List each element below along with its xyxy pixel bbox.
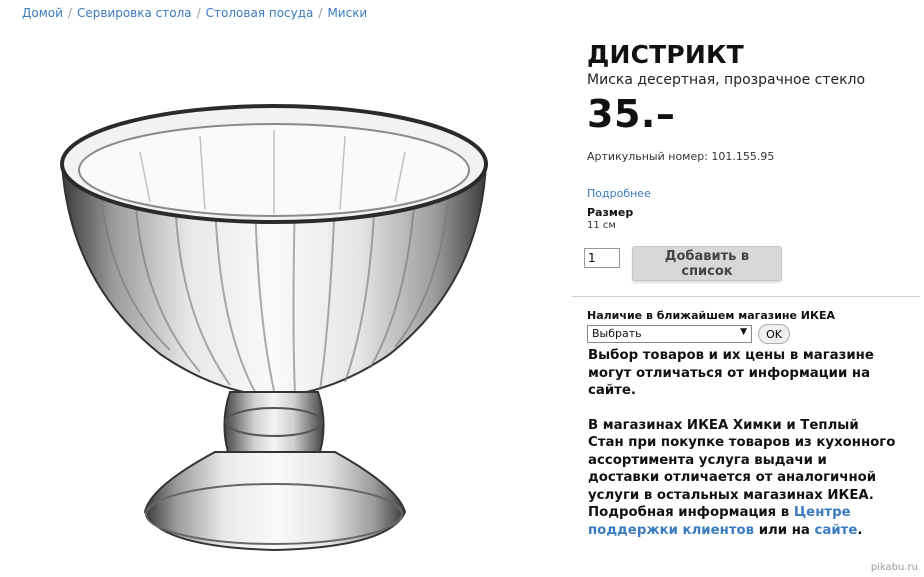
divider	[572, 296, 920, 297]
watermark: pikabu.ru	[870, 562, 918, 573]
article-number: Артикульный номер: 101.155.95	[587, 150, 775, 163]
store-info-text: Выбор товаров и их цены в магазине могут…	[588, 347, 898, 539]
product-title: ДИСТРИКТ	[587, 40, 744, 69]
more-info-link[interactable]: Подробнее	[587, 187, 651, 200]
info-middle-text: или на	[754, 522, 815, 538]
breadcrumb-table-setting[interactable]: Сервировка стола	[77, 6, 192, 20]
ok-button[interactable]: OK	[758, 324, 790, 344]
breadcrumb-home[interactable]: Домой	[22, 6, 63, 20]
breadcrumb-tableware[interactable]: Столовая посуда	[206, 6, 314, 20]
info-paragraph-2: В магазинах ИКЕА Химки и Теплый Стан при…	[588, 417, 898, 540]
info-suffix: .	[857, 522, 863, 538]
product-price: 35.–	[587, 92, 676, 136]
dropdown-arrow-icon: ▼	[740, 327, 747, 337]
availability-label: Наличие в ближайшем магазине ИКЕА	[587, 309, 836, 322]
store-select[interactable]: Выбрать ▼	[587, 325, 752, 343]
product-subtitle: Миска десертная, прозрачное стекло	[587, 72, 866, 88]
breadcrumb-separator: /	[67, 6, 72, 20]
breadcrumb-separator: /	[318, 6, 323, 20]
site-link[interactable]: сайте	[815, 523, 858, 538]
product-image[interactable]	[40, 92, 510, 567]
info-paragraph-1: Выбор товаров и их цены в магазине могут…	[588, 348, 874, 398]
add-to-list-button[interactable]: Добавить в список	[632, 246, 782, 281]
size-label: Размер	[587, 206, 634, 219]
breadcrumb-bowls[interactable]: Миски	[327, 6, 367, 20]
size-value: 11 см	[587, 220, 616, 231]
breadcrumb-separator: /	[196, 6, 201, 20]
quantity-input[interactable]	[584, 248, 620, 268]
breadcrumb: Домой / Сервировка стола / Столовая посуда / М…	[22, 6, 367, 20]
store-select-value: Выбрать	[592, 327, 642, 340]
